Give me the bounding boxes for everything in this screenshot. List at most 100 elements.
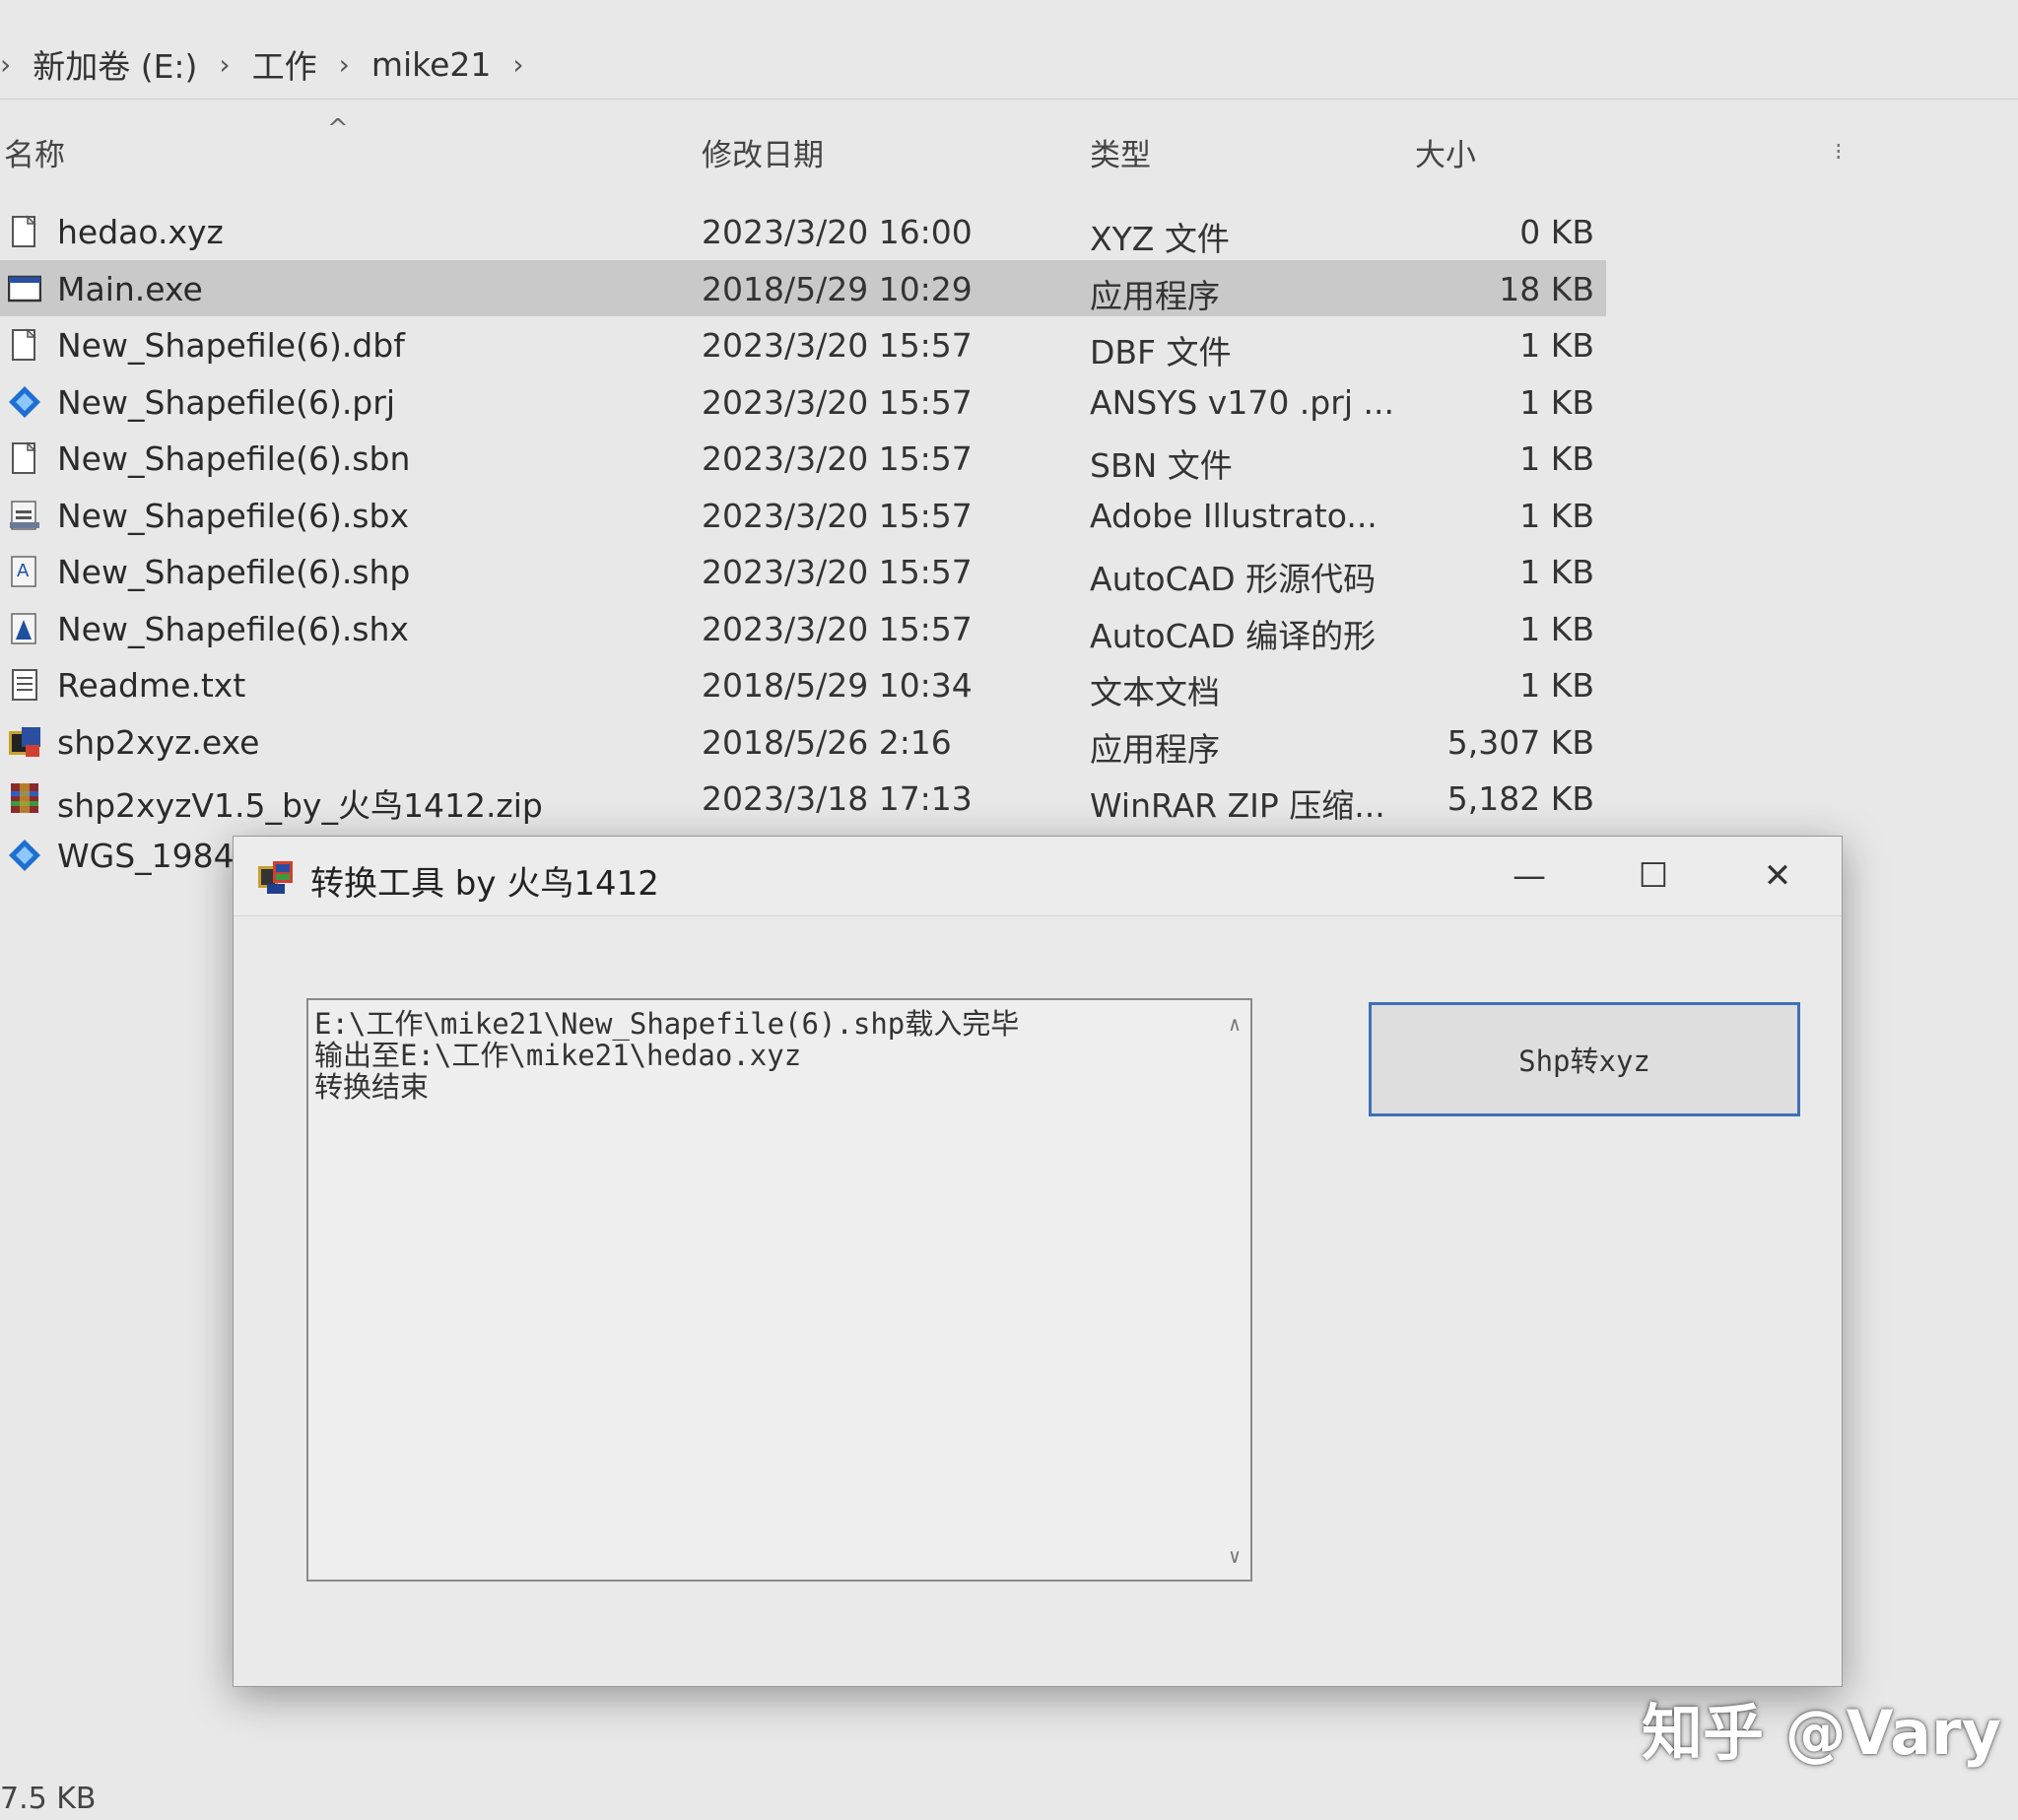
file-size: 1 KB — [1519, 326, 1594, 365]
autocad-compiled-icon — [8, 612, 41, 645]
file-type: 应用程序 — [1090, 729, 1220, 769]
file-row[interactable]: shp2xyz.exe 2018/5/26 2:16 应用程序 5,307 KB — [0, 713, 1606, 771]
svg-text:A: A — [17, 561, 30, 581]
file-date: 2023/3/20 15:57 — [702, 326, 973, 365]
file-size: 1 KB — [1519, 553, 1594, 591]
file-size: 1 KB — [1519, 666, 1594, 705]
file-type: SBN 文件 — [1090, 446, 1233, 485]
dialog-title: 转换工具 by 火鸟1412 — [310, 864, 659, 904]
file-type: 应用程序 — [1090, 276, 1220, 315]
autocad-shape-icon: A — [8, 555, 41, 588]
breadcrumb-mike21[interactable]: mike21 — [371, 45, 492, 84]
log-line: 输出至E:\工作\mike21\hedao.xyz — [314, 1039, 802, 1072]
file-name: Main.exe — [57, 269, 203, 308]
file-date: 2018/5/29 10:29 — [702, 269, 973, 308]
file-name: Readme.txt — [57, 666, 246, 705]
file-date: 2023/3/20 15:57 — [702, 382, 973, 422]
log-line: 转换结束 — [314, 1070, 430, 1104]
breadcrumb-drive[interactable]: 新加卷 (E:) — [33, 40, 197, 88]
chevron-right-icon[interactable]: › — [219, 48, 230, 81]
file-name: New_Shapefile(6).sbx — [57, 496, 409, 535]
file-size: 0 KB — [1519, 213, 1594, 251]
ansys-icon — [8, 385, 41, 419]
chevron-right-icon[interactable]: › — [339, 48, 350, 81]
file-type: DBF 文件 — [1090, 333, 1232, 371]
file-row[interactable]: New_Shapefile(6).prj 2023/3/20 15:57 ANSYS… — [0, 373, 1606, 431]
ansys-icon — [8, 839, 41, 872]
close-icon: ✕ — [1763, 856, 1792, 896]
watermark: 知乎 @Vary — [1642, 1697, 2002, 1769]
close-button[interactable]: ✕ — [1723, 837, 1832, 915]
file-row[interactable]: New_Shapefile(6).sbx 2023/3/20 15:57 Adobe… — [0, 487, 1606, 544]
file-type: Adobe Illustrato... — [1090, 496, 1378, 535]
minimize-button[interactable]: — — [1475, 837, 1583, 915]
column-header-type[interactable]: 类型 — [1090, 130, 1151, 174]
file-date: 2023/3/20 15:57 — [702, 609, 973, 648]
text-file-icon — [8, 668, 41, 702]
breadcrumb: › 新加卷 (E:) › 工作 › mike21 › — [0, 30, 2018, 99]
chevron-right-icon[interactable]: › — [0, 48, 11, 81]
file-row[interactable]: hedao.xyz 2023/3/20 16:00 XYZ 文件 0 KB — [0, 203, 1606, 260]
winrar-icon — [8, 781, 41, 815]
column-headers: ^ 名称 修改日期 类型 大小 ⁝ — [0, 114, 2018, 187]
file-date: 2018/5/26 2:16 — [702, 722, 952, 762]
file-date: 2023/3/20 15:57 — [702, 439, 973, 478]
file-type: AutoCAD 形源代码 — [1090, 560, 1377, 598]
file-row[interactable]: New_Shapefile(6).sbn 2023/3/20 15:57 SBN 文… — [0, 430, 1606, 487]
log-textarea[interactable]: E:\工作\mike21\New_Shapefile(6).shp载入完毕 输出… — [306, 998, 1252, 1582]
shp-to-xyz-button[interactable]: Shp转xyz — [1369, 1002, 1800, 1116]
file-size: 1 KB — [1519, 382, 1594, 422]
scroll-down-icon[interactable]: ∨ — [1229, 1540, 1241, 1572]
file-name: shp2xyzV1.5_by_火鸟1412.zip — [57, 786, 543, 825]
file-icon — [8, 441, 41, 475]
file-size: 1 KB — [1519, 439, 1594, 478]
file-type: ANSYS v170 .prj ... — [1090, 382, 1394, 422]
app-exe-icon — [8, 725, 41, 759]
file-type: WinRAR ZIP 压缩... — [1090, 786, 1385, 825]
file-size: 1 KB — [1519, 609, 1594, 648]
file-name: hedao.xyz — [57, 213, 224, 251]
maximize-button[interactable]: ☐ — [1599, 837, 1708, 915]
log-line: E:\工作\mike21\New_Shapefile(6).shp载入完毕 — [314, 1007, 1020, 1041]
file-row[interactable]: A New_Shapefile(6).shp 2023/3/20 15:57 Auto… — [0, 543, 1606, 600]
file-name: WGS_1984 — [57, 836, 235, 875]
illustrator-icon — [8, 499, 41, 532]
chevron-right-icon[interactable]: › — [512, 48, 523, 81]
breadcrumb-work[interactable]: 工作 — [252, 40, 317, 88]
column-header-size[interactable]: 大小 — [1415, 130, 1476, 174]
file-name: New_Shapefile(6).sbn — [57, 439, 411, 478]
file-row[interactable]: Main.exe 2018/5/29 10:29 应用程序 18 KB — [0, 259, 1606, 316]
file-list: hedao.xyz 2023/3/20 16:00 XYZ 文件 0 KB Main.e… — [0, 203, 1606, 883]
file-date: 2023/3/20 16:00 — [702, 213, 973, 251]
file-type: AutoCAD 编译的形 — [1090, 616, 1377, 655]
dialog-titlebar[interactable]: 转换工具 by 火鸟1412 — ☐ ✕ — [234, 837, 1842, 916]
file-icon — [8, 328, 41, 362]
app-icon — [258, 861, 293, 894]
divider — [0, 99, 2018, 100]
file-name: shp2xyz.exe — [57, 722, 260, 762]
maximize-icon: ☐ — [1638, 856, 1669, 896]
file-row[interactable]: Readme.txt 2018/5/29 10:34 文本文档 1 KB — [0, 656, 1606, 713]
file-date: 2018/5/29 10:34 — [702, 666, 973, 705]
status-size: 7.5 KB — [0, 1782, 97, 1816]
file-row[interactable]: shp2xyzV1.5_by_火鸟1412.zip 2023/3/18 17:13… — [0, 770, 1606, 827]
file-size: 5,307 KB — [1446, 722, 1594, 762]
file-name: New_Shapefile(6).shx — [57, 609, 409, 648]
scroll-up-icon[interactable]: ∧ — [1229, 1008, 1241, 1040]
file-name: New_Shapefile(6).dbf — [57, 326, 405, 365]
file-date: 2023/3/20 15:57 — [702, 496, 973, 535]
column-header-name[interactable]: 名称 — [4, 130, 65, 174]
column-header-date[interactable]: 修改日期 — [702, 130, 824, 174]
file-date: 2023/3/18 17:13 — [702, 779, 973, 818]
converter-dialog: 转换工具 by 火鸟1412 — ☐ ✕ E:\工作\mike21\New_Sh… — [233, 836, 1843, 1687]
file-type: XYZ 文件 — [1090, 220, 1230, 258]
minimize-icon: — — [1513, 856, 1546, 896]
file-date: 2023/3/20 15:57 — [702, 553, 973, 591]
file-size: 5,182 KB — [1446, 779, 1594, 818]
file-row[interactable]: New_Shapefile(6).shx 2023/3/20 15:57 AutoC… — [0, 600, 1606, 657]
file-size: 1 KB — [1519, 496, 1594, 535]
file-row[interactable]: New_Shapefile(6).dbf 2023/3/20 15:57 DBF 文… — [0, 316, 1606, 373]
file-name: New_Shapefile(6).shp — [57, 553, 411, 591]
file-name: New_Shapefile(6).prj — [57, 382, 395, 422]
column-resize-handle[interactable]: ⁝ — [1835, 138, 1843, 166]
